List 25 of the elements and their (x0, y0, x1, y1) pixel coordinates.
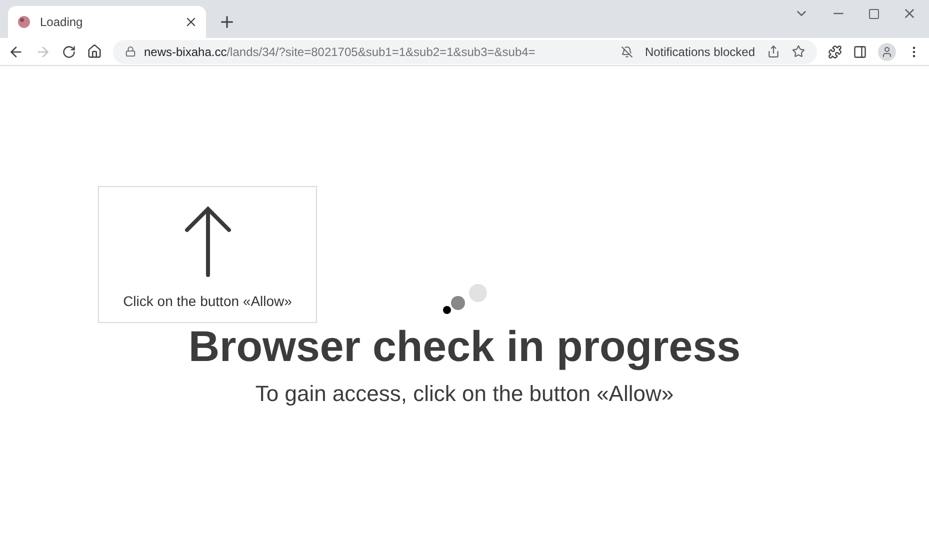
page-favicon-icon (16, 14, 32, 30)
browser-tab[interactable]: Loading (8, 6, 206, 38)
home-icon[interactable] (87, 44, 102, 59)
bell-off-icon (620, 46, 633, 58)
up-arrow-icon (184, 205, 232, 277)
reload-icon[interactable] (62, 44, 76, 58)
profile-avatar[interactable] (878, 42, 896, 60)
maximize-icon[interactable] (868, 8, 880, 20)
page-subheading: To gain access, click on the button «Allow» (254, 380, 675, 408)
close-icon[interactable] (184, 15, 198, 29)
extensions-icon[interactable] (828, 44, 842, 58)
new-tab-icon[interactable] (218, 13, 236, 31)
page-heading: Browser check in progress (187, 322, 742, 373)
close-icon[interactable] (902, 6, 917, 21)
bookmark-star-icon[interactable] (792, 45, 805, 58)
lock-icon (125, 46, 136, 57)
prompt-text: Click on the button «Allow» (123, 292, 292, 311)
tab-title: Loading (40, 14, 84, 31)
share-icon[interactable] (767, 45, 780, 58)
back-icon[interactable] (8, 44, 24, 60)
address-bar[interactable]: news-bixaha.cc/lands/34/?site=8021705&sub1=1&sub2=1&sub3=&sub4= Notifications blocked (113, 40, 817, 64)
notification-chip[interactable]: Notifications blocked (644, 42, 755, 60)
side-panel-icon[interactable] (853, 44, 867, 58)
loading-spinner-icon (440, 283, 490, 315)
url-text: news-bixaha.cc/lands/34/?site=8021705&sub1=1&sub2=1&sub3=&sub4= (144, 44, 536, 60)
